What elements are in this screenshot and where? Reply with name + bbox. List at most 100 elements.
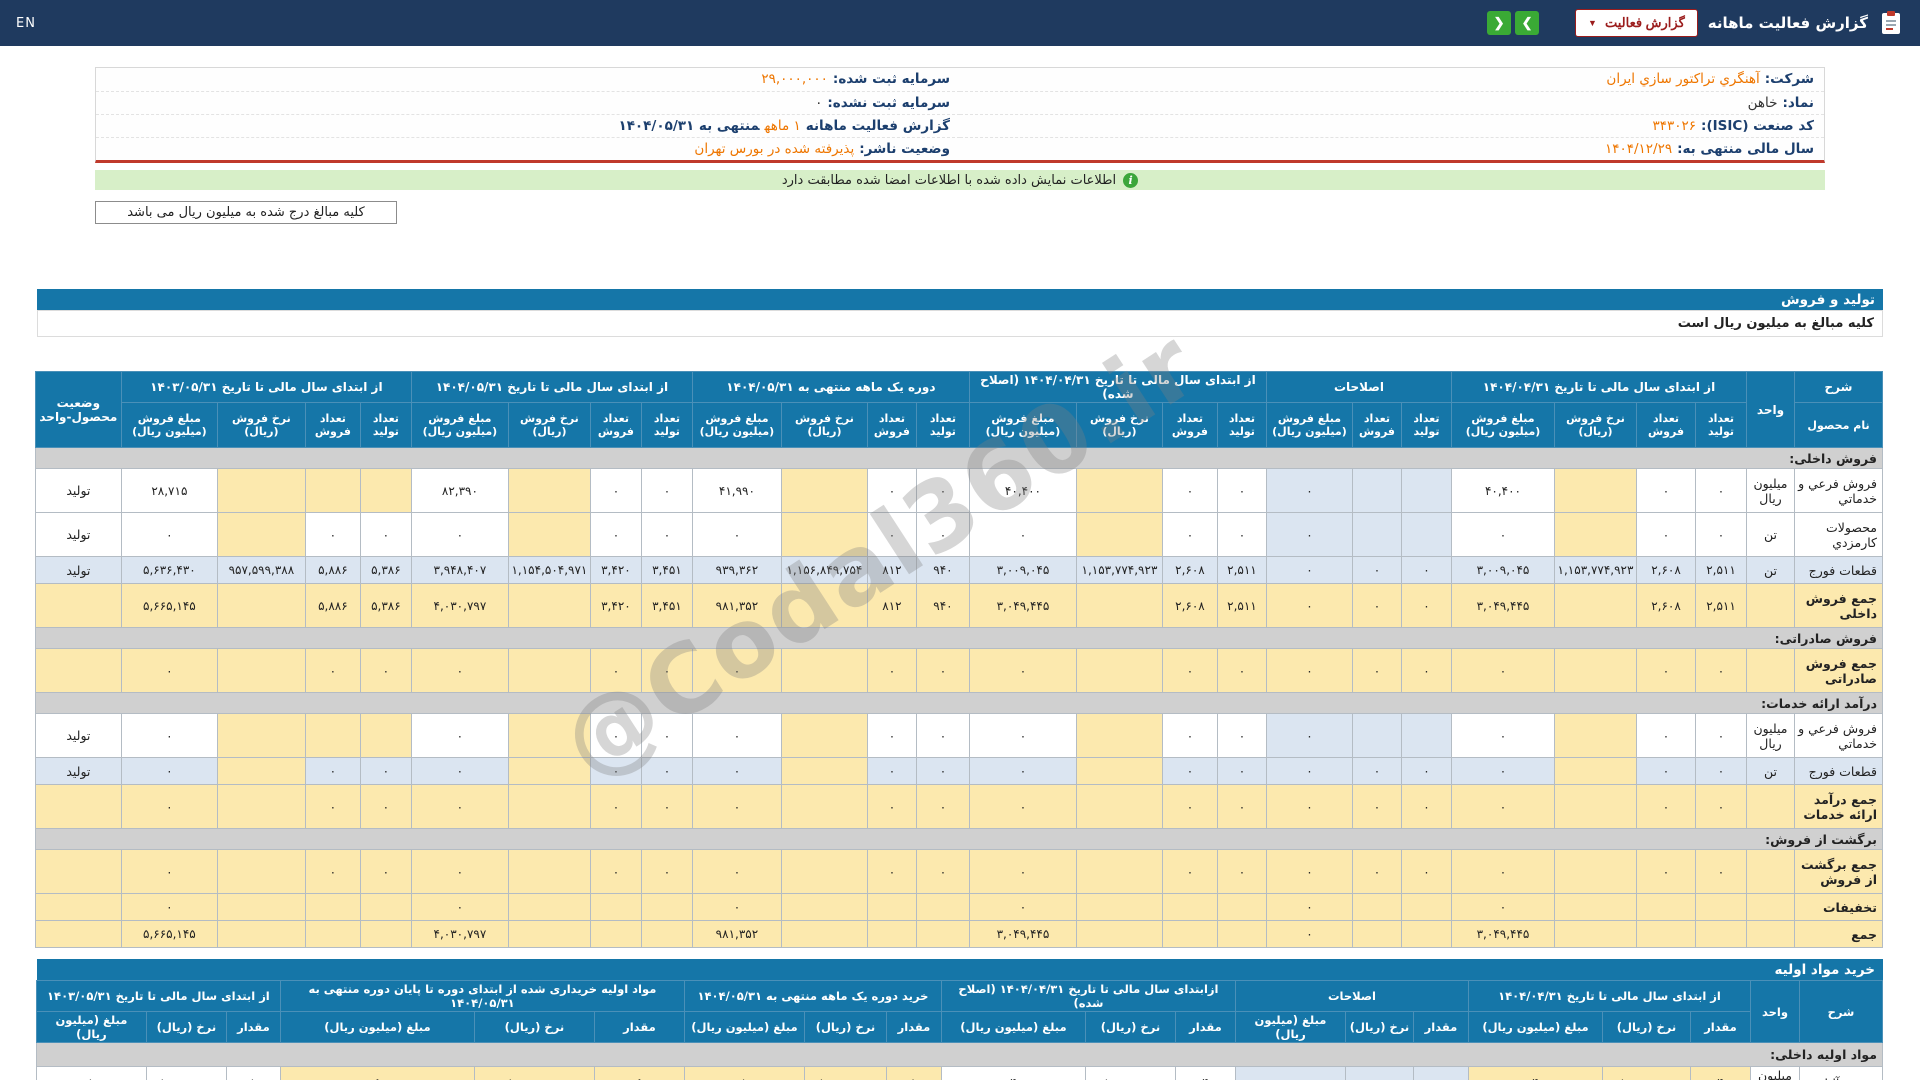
table-cell: [1076, 714, 1162, 758]
table-cell: [867, 921, 916, 948]
table-cell: [1401, 921, 1451, 948]
table-cell: ۴۰,۴۰۰: [969, 469, 1076, 513]
table-cell: [1352, 714, 1401, 758]
table-cell: [360, 921, 411, 948]
table-cell: ۹۴۰: [916, 557, 969, 584]
table-cell: ۵: [594, 1067, 684, 1080]
table-cell: [641, 894, 692, 921]
prev-report-button[interactable]: ❮: [1487, 11, 1511, 35]
table-cell: [781, 584, 867, 628]
column-header: نرخ (ریال): [146, 1012, 226, 1043]
table-cell: [1162, 921, 1217, 948]
table-cell: ۰: [1451, 513, 1554, 557]
table-cell: ۱: [36, 1067, 146, 1080]
table-cell: ۰: [1217, 758, 1266, 785]
column-header: نام محصول: [1795, 403, 1883, 448]
info-value: ۱ ماهه: [765, 118, 801, 134]
table-cell: [508, 513, 590, 557]
signed-info-notice: i اطلاعات نمایش داده شده با اطلاعات امضا…: [95, 170, 1825, 190]
unit-cell: [1747, 785, 1795, 829]
table-cell: ۹۵۷,۵۹۹,۳۸۸: [217, 557, 305, 584]
column-header: نرخ فروش (ریال): [508, 403, 590, 448]
table-cell: ۱,۱۵۴,۵۰۴,۹۷۱: [508, 557, 590, 584]
table-cell: ۰: [1266, 649, 1352, 693]
report-type-dropdown[interactable]: گزارش فعالیت ▼: [1575, 9, 1698, 37]
table-cell: [508, 921, 590, 948]
unit-cell: میلیون ریال: [1751, 1067, 1800, 1080]
table-cell: ۰: [916, 714, 969, 758]
section-row-label: مواد اولیه داخلی:: [36, 1043, 1882, 1067]
row-label: فروش فرعي و خدماتي: [1795, 714, 1883, 758]
company-info-table: شرکت:آهنگري تراکتور سازي ایرانسرمایه ثبت…: [96, 68, 1824, 160]
table-cell: ۰: [1345, 1067, 1413, 1080]
table-cell: ۰: [1696, 850, 1747, 894]
table-cell: [360, 894, 411, 921]
table-cell: ۱,۱۵۳,۷۷۴,۹۲۳: [1555, 557, 1637, 584]
table-cell: ۰: [1696, 649, 1747, 693]
table-cell: ۰: [1162, 649, 1217, 693]
table-cell: [781, 714, 867, 758]
info-label: کد صنعت (ISIC):: [1701, 118, 1814, 134]
table-cell: ۱,۰۰۰,۰۰۰: [474, 1067, 594, 1080]
table-cell: ۰: [1696, 785, 1747, 829]
row-label: تخفیفات: [1795, 894, 1883, 921]
info-cell-left: وضعیت ناشر:پذیرفته شده در بورس تهران: [96, 137, 960, 160]
table-cell: ۹۳۹,۳۶۲: [692, 557, 781, 584]
info-value: ۱۴۰۴/۱۲/۲۹: [1605, 141, 1672, 157]
table-cell: [1162, 894, 1217, 921]
table-cell: ۰: [916, 649, 969, 693]
status-cell: [35, 921, 121, 948]
company-link[interactable]: آهنگري تراکتور سازي ایران: [1606, 71, 1759, 87]
table-cell: ۳,۴۲۰: [590, 557, 641, 584]
column-header: مقدار: [1413, 1012, 1468, 1043]
section-row-label: برگشت از فروش:: [35, 829, 1882, 850]
table-cell: ۵,۸۸۶: [305, 584, 360, 628]
table-cell: ۰: [1266, 557, 1352, 584]
status-cell: [35, 894, 121, 921]
table-cell: ۰: [411, 714, 508, 758]
table-cell: ۰: [867, 469, 916, 513]
column-header: وضعیت محصول-واحد: [35, 372, 121, 448]
column-header: نرخ فروش (ریال): [1555, 403, 1637, 448]
table-cell: [1555, 785, 1637, 829]
table-cell: ۰: [867, 758, 916, 785]
info-label: سال مالی منتهی به:: [1677, 141, 1814, 157]
table-cell: ۰: [1637, 513, 1696, 557]
table-cell: ۰: [1696, 714, 1747, 758]
column-header: واحد: [1751, 981, 1800, 1043]
section-row-label: درآمد ارائه خدمات:: [35, 693, 1882, 714]
table-cell: ۱,۰۰۰,۰۰۰: [1085, 1067, 1175, 1080]
table-cell: ۰: [305, 785, 360, 829]
info-cell-left: گزارش فعالیت ماهانه۱ ماههمنتهی به ۱۴۰۴/۰…: [96, 114, 960, 137]
page-title: گزارش فعالیت ماهانه: [1708, 14, 1868, 32]
table-cell: ۳,۴۲۰: [590, 584, 641, 628]
unit-cell: [1747, 649, 1795, 693]
table-cell: [781, 469, 867, 513]
status-cell: [35, 584, 121, 628]
table-cell: ۹۸۱,۳۵۲: [692, 921, 781, 948]
table-cell: ۰: [1451, 758, 1554, 785]
section-row-label: فروش صادراتی:: [35, 628, 1882, 649]
info-label: گزارش فعالیت ماهانه: [806, 118, 950, 134]
sales-subtitle: کلیه مبالغ به میلیون ریال است: [37, 310, 1883, 337]
table-cell: ۰: [1696, 758, 1747, 785]
table-cell: ۰: [1217, 649, 1266, 693]
table-cell: ۰: [867, 785, 916, 829]
row-label: جمع فروش صادراتی: [1795, 649, 1883, 693]
next-report-button[interactable]: ❯: [1515, 11, 1539, 35]
column-header: تعداد تولید: [360, 403, 411, 448]
table-cell: ۰: [1217, 850, 1266, 894]
table-cell: [1076, 584, 1162, 628]
column-header: تعداد تولید: [1696, 403, 1747, 448]
table-cell: ۲۸,۷۱۵: [121, 469, 217, 513]
company-info-panel: شرکت:آهنگري تراکتور سازي ایرانسرمایه ثبت…: [95, 67, 1825, 163]
language-en-link[interactable]: EN: [16, 16, 36, 31]
table-cell: ۲,۶۰۸: [1637, 557, 1696, 584]
unit-cell: تن: [1747, 758, 1795, 785]
table-cell: [1637, 921, 1696, 948]
table-cell: [1076, 758, 1162, 785]
table-cell: ۰: [1266, 714, 1352, 758]
table-cell: ۰: [1217, 714, 1266, 758]
column-header: مبلغ (میلیون ریال): [684, 1012, 804, 1043]
table-cell: [217, 714, 305, 758]
